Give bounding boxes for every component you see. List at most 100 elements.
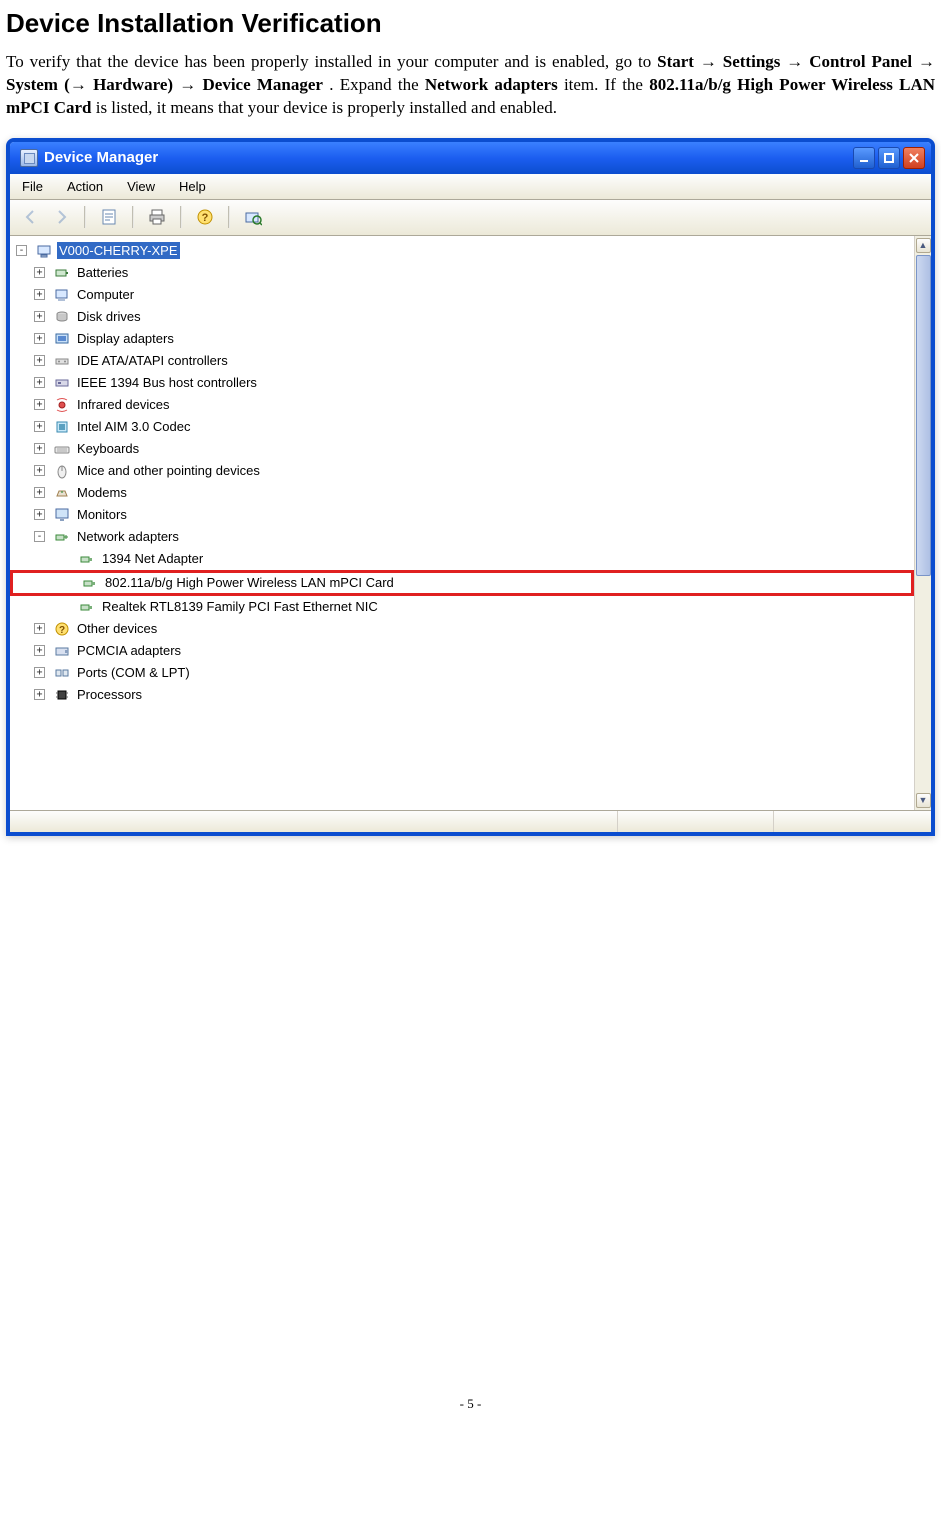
menu-view[interactable]: View bbox=[115, 175, 167, 198]
print-button[interactable] bbox=[144, 204, 170, 230]
titlebar[interactable]: Device Manager bbox=[10, 142, 931, 174]
expand-icon[interactable]: + bbox=[34, 443, 45, 454]
tree-item[interactable]: + IEEE 1394 Bus host controllers bbox=[10, 372, 914, 394]
collapse-icon[interactable]: - bbox=[34, 531, 45, 542]
computer-icon bbox=[53, 286, 71, 304]
tree-item-label[interactable]: Modems bbox=[75, 484, 129, 501]
processor-icon bbox=[53, 686, 71, 704]
expand-icon[interactable]: + bbox=[34, 645, 45, 656]
expand-icon[interactable]: + bbox=[34, 333, 45, 344]
tree-root[interactable]: - V000-CHERRY-XPE bbox=[10, 240, 914, 262]
scroll-down-button[interactable]: ▼ bbox=[916, 793, 931, 808]
tree-item-label[interactable]: Processors bbox=[75, 686, 144, 703]
tree-item-label[interactable]: Ports (COM & LPT) bbox=[75, 664, 192, 681]
scroll-thumb[interactable] bbox=[916, 255, 931, 577]
expand-icon[interactable]: + bbox=[34, 421, 45, 432]
tree-item[interactable]: + Processors bbox=[10, 684, 914, 706]
device-manager-window: Device Manager File Action View Help ? bbox=[6, 138, 935, 836]
intro-text: To verify that the device has been prope… bbox=[6, 52, 657, 71]
expand-icon[interactable]: + bbox=[34, 487, 45, 498]
collapse-icon[interactable]: - bbox=[16, 245, 27, 256]
highlighted-device: 802.11a/b/g High Power Wireless LAN mPCI… bbox=[10, 570, 914, 596]
expand-icon[interactable]: + bbox=[34, 623, 45, 634]
menu-help[interactable]: Help bbox=[167, 175, 218, 198]
tree-item[interactable]: + Ports (COM & LPT) bbox=[10, 662, 914, 684]
tree-item-label[interactable]: Batteries bbox=[75, 264, 130, 281]
expand-icon[interactable]: + bbox=[34, 689, 45, 700]
properties-button[interactable] bbox=[96, 204, 122, 230]
expand-icon[interactable]: + bbox=[34, 311, 45, 322]
expand-icon[interactable]: + bbox=[34, 465, 45, 476]
tree-item-label[interactable]: IEEE 1394 Bus host controllers bbox=[75, 374, 259, 391]
tree-item-label[interactable]: IDE ATA/ATAPI controllers bbox=[75, 352, 230, 369]
expand-icon[interactable]: + bbox=[34, 377, 45, 388]
status-cell bbox=[774, 811, 931, 832]
device-tree[interactable]: - V000-CHERRY-XPE + Batteries + Computer + Disk… bbox=[10, 236, 914, 810]
menu-file[interactable]: File bbox=[10, 175, 55, 198]
forward-button[interactable] bbox=[48, 204, 74, 230]
tree-item[interactable]: + Disk drives bbox=[10, 306, 914, 328]
tree-item[interactable]: + Monitors bbox=[10, 504, 914, 526]
vertical-scrollbar[interactable]: ▲ ▼ bbox=[914, 236, 931, 810]
page-footer: - 5 - bbox=[0, 836, 941, 1422]
tree-item-label[interactable]: Display adapters bbox=[75, 330, 176, 347]
modem-icon bbox=[53, 484, 71, 502]
tree-item-label[interactable]: Network adapters bbox=[75, 528, 181, 545]
expand-icon[interactable]: + bbox=[34, 509, 45, 520]
ide-icon bbox=[53, 352, 71, 370]
tree-child-item[interactable]: Realtek RTL8139 Family PCI Fast Ethernet… bbox=[10, 596, 914, 618]
toolbar-separator bbox=[132, 206, 134, 228]
expand-icon[interactable]: + bbox=[34, 355, 45, 366]
expand-icon[interactable]: + bbox=[34, 667, 45, 678]
expand-icon[interactable]: + bbox=[34, 289, 45, 300]
tree-item[interactable]: +?Other devices bbox=[10, 618, 914, 640]
tree-child-label[interactable]: 802.11a/b/g High Power Wireless LAN mPCI… bbox=[103, 574, 396, 591]
tree-item-label[interactable]: Other devices bbox=[75, 620, 159, 637]
close-button[interactable] bbox=[903, 147, 925, 169]
tree-child-item[interactable]: 802.11a/b/g High Power Wireless LAN mPCI… bbox=[13, 573, 911, 593]
tree-item[interactable]: + Infrared devices bbox=[10, 394, 914, 416]
help-button[interactable]: ? bbox=[192, 204, 218, 230]
tree-item-label[interactable]: Keyboards bbox=[75, 440, 141, 457]
tree-item[interactable]: + Computer bbox=[10, 284, 914, 306]
tree-item-label[interactable]: Infrared devices bbox=[75, 396, 172, 413]
tree-item[interactable]: + PCMCIA adapters bbox=[10, 640, 914, 662]
tree-item[interactable]: + Keyboards bbox=[10, 438, 914, 460]
back-button[interactable] bbox=[18, 204, 44, 230]
intro-text: . Expand the bbox=[329, 75, 425, 94]
tree-child-label[interactable]: Realtek RTL8139 Family PCI Fast Ethernet… bbox=[100, 598, 380, 615]
menu-action[interactable]: Action bbox=[55, 175, 115, 198]
tree-item[interactable]: + Intel AIM 3.0 Codec bbox=[10, 416, 914, 438]
content-area: - V000-CHERRY-XPE + Batteries + Computer + Disk… bbox=[10, 236, 931, 832]
tree-item-label[interactable]: Disk drives bbox=[75, 308, 143, 325]
scroll-track[interactable] bbox=[916, 255, 931, 791]
tree-item-label[interactable]: PCMCIA adapters bbox=[75, 642, 183, 659]
tree-item-label[interactable]: Monitors bbox=[75, 506, 129, 523]
tree-item-label[interactable]: Intel AIM 3.0 Codec bbox=[75, 418, 192, 435]
tree-item[interactable]: - Network adapters bbox=[10, 526, 914, 548]
tree-child-label[interactable]: 1394 Net Adapter bbox=[100, 550, 205, 567]
chip-icon bbox=[53, 418, 71, 436]
toolbar-separator bbox=[180, 206, 182, 228]
tree-item-label[interactable]: Mice and other pointing devices bbox=[75, 462, 262, 479]
toolbar-separator bbox=[228, 206, 230, 228]
scroll-up-button[interactable]: ▲ bbox=[916, 238, 931, 253]
tree-item[interactable]: + Batteries bbox=[10, 262, 914, 284]
tree-item[interactable]: + Mice and other pointing devices bbox=[10, 460, 914, 482]
scan-hardware-button[interactable] bbox=[240, 204, 266, 230]
tree-child-item[interactable]: 1394 Net Adapter bbox=[10, 548, 914, 570]
tree-item[interactable]: + Display adapters bbox=[10, 328, 914, 350]
expand-icon[interactable]: + bbox=[34, 399, 45, 410]
tree-root-label[interactable]: V000-CHERRY-XPE bbox=[57, 242, 180, 259]
infrared-icon bbox=[53, 396, 71, 414]
minimize-button[interactable] bbox=[853, 147, 875, 169]
maximize-button[interactable] bbox=[878, 147, 900, 169]
netcard-icon bbox=[81, 574, 99, 592]
expand-icon[interactable]: + bbox=[34, 267, 45, 278]
tree-item-label[interactable]: Computer bbox=[75, 286, 136, 303]
tree-item[interactable]: + IDE ATA/ATAPI controllers bbox=[10, 350, 914, 372]
tree-item[interactable]: + Modems bbox=[10, 482, 914, 504]
statusbar bbox=[10, 810, 931, 832]
netcard-icon bbox=[78, 598, 96, 616]
mouse-icon bbox=[53, 462, 71, 480]
